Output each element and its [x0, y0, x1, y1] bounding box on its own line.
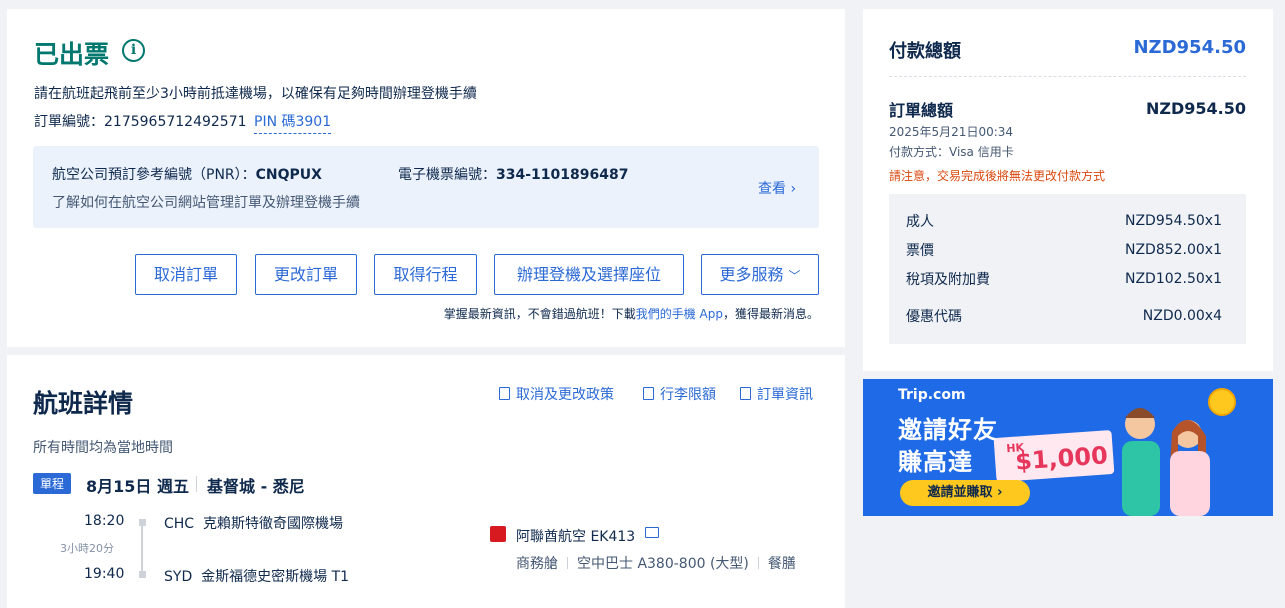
cabin-separator [757, 557, 759, 569]
policy-label: 取消及更改政策 [516, 387, 614, 403]
baggage-label: 行李限額 [660, 387, 716, 403]
order-total-amount: NZD954.50 [1145, 99, 1246, 118]
payment-total-label: 付款總額 [889, 41, 961, 62]
cancel-order-button[interactable]: 取消訂單 [135, 254, 237, 295]
trip-type-tag: 單程 [33, 473, 72, 494]
chevron-down-icon: ﹀ [788, 269, 801, 283]
breakdown-value: NZD852.00x1 [1124, 242, 1222, 258]
arrival-time: 19:40 [84, 566, 125, 582]
arrival-notice: 請在航班起飛前至少3小時前抵達機場，以確保有足夠時間辦理登機手續 [34, 86, 477, 102]
arrival-airport-name: 金斯福德史密斯機場 T1 [201, 569, 350, 585]
pnr-help-text: 了解如何在航空公司網站管理訂單及辦理登機手續 [52, 195, 360, 211]
breakdown-value: NZD954.50x1 [1124, 213, 1222, 229]
airline-flight-number: 阿聯酋航空 EK413 [516, 529, 636, 545]
eticket-value: 334-1101896487 [496, 167, 629, 183]
breakdown-value: NZD0.00x4 [1142, 308, 1222, 324]
payment-divider [889, 76, 1246, 77]
receipt-icon [740, 387, 751, 400]
departure-airport-name: 克賴斯特徹奇國際機場 [202, 516, 343, 532]
pin-code[interactable]: PIN 碼3901 [254, 111, 332, 134]
payment-total-amount: NZD954.50 [1133, 37, 1246, 58]
departure-code: CHC [164, 516, 195, 532]
app-download-note: 掌握最新資訊，不會錯過航班！下載我們的手機 App，獲得最新消息。 [444, 305, 819, 322]
breakdown-label: 優惠代碼 [906, 309, 962, 325]
eticket-label: 電子機票編號： [398, 167, 496, 183]
breakdown-label: 票價 [906, 243, 934, 259]
departure-time: 18:20 [84, 513, 125, 529]
reward-amount: $1,000 [1014, 441, 1109, 476]
departure-airport: CHC 克賴斯特徹奇國際機場 [164, 513, 343, 533]
ticket-status-card: 已出票 i 請在航班起飛前至少3小時前抵達機場，以確保有足夠時間辦理登機手續 訂… [7, 9, 845, 347]
order-number-label: 訂單編號： [34, 114, 104, 130]
view-link-label: 查看 [758, 181, 786, 197]
payment-date: 2025年5月21日00:34 [889, 125, 1014, 139]
order-total-label: 訂單總額 [889, 101, 954, 120]
timeline-line [141, 526, 143, 571]
app-note-suffix: ，獲得最新消息。 [722, 307, 819, 321]
pnr-value: CNQPUX [255, 167, 322, 183]
payment-summary-card: 付款總額 NZD954.50 訂單總額 NZD954.50 2025年5月21日… [863, 9, 1273, 371]
local-time-note: 所有時間均為當地時間 [33, 440, 173, 456]
document-icon [499, 387, 510, 400]
entertainment-screen-icon[interactable] [645, 527, 659, 538]
promo-headline: 邀請好友 [898, 416, 998, 444]
eticket-line: 電子機票編號：334-1101896487 [398, 164, 628, 184]
invite-friends-banner[interactable]: Trip.com 邀請好友 賺高達 HK $1,000 邀請並賺取 › [863, 379, 1273, 516]
breakdown-label: 稅項及附加費 [906, 272, 990, 288]
segment-date: 8月15日 週五 [86, 477, 189, 496]
pnr-box: 航空公司預訂參考編號（PNR）：CNQPUX 電子機票編號：334-110189… [33, 146, 819, 228]
order-number-line: 訂單編號：2175965712492571 [34, 111, 247, 131]
view-link[interactable]: 查看 › [758, 178, 796, 198]
chevron-right-icon: › [790, 181, 797, 197]
baggage-allowance-link[interactable]: 行李限額 [643, 384, 716, 404]
luggage-icon [643, 387, 654, 400]
cabin-class: 商務艙 [516, 556, 558, 572]
pnr-line: 航空公司預訂參考編號（PNR）：CNQPUX [52, 164, 322, 184]
more-services-label: 更多服務 [719, 265, 784, 284]
breakdown-label: 成人 [906, 214, 934, 230]
meal-info: 餐膳 [767, 556, 796, 572]
arrival-airport: SYD 金斯福德史密斯機場 T1 [164, 566, 349, 586]
people-illustration [1122, 408, 1210, 516]
reward-ticket: HK $1,000 [993, 429, 1115, 483]
arrival-code: SYD [164, 569, 193, 585]
mobile-app-link[interactable]: 我們的手機 App [636, 307, 723, 321]
aircraft-type: 空中巴士 A380-800 (大型) [577, 556, 749, 572]
app-note-text: 掌握最新資訊，不會錯過航班！下載 [443, 307, 636, 321]
segment-divider [196, 476, 197, 492]
departure-dot [139, 519, 146, 526]
get-itinerary-button[interactable]: 取得行程 [374, 254, 477, 295]
pnr-label: 航空公司預訂參考編號（PNR）： [52, 167, 256, 183]
arrival-dot [139, 571, 146, 578]
payment-method: 付款方式：Visa 信用卡 [889, 145, 1014, 159]
checkin-seat-button[interactable]: 辦理登機及選擇座位 [494, 254, 684, 295]
cancel-change-policy-link[interactable]: 取消及更改政策 [499, 384, 614, 404]
price-breakdown: 成人 NZD954.50x1 票價 NZD852.00x1 稅項及附加費 NZD… [889, 194, 1246, 344]
order-info-link[interactable]: 訂單資訊 [740, 384, 813, 404]
flight-details-title: 航班詳情 [33, 389, 134, 418]
info-icon[interactable]: i [122, 39, 145, 62]
cabin-separator [567, 557, 568, 569]
airline-logo [490, 526, 506, 542]
flight-details-card: 航班詳情 取消及更改政策 行李限額 訂單資訊 所有時間均為當地時間 單程 8月1… [7, 355, 845, 608]
status-title: 已出票 [34, 40, 110, 69]
payment-warning: 請注意，交易完成後將無法更改付款方式 [889, 169, 1106, 183]
order-number: 2175965712492571 [104, 114, 247, 130]
invite-earn-button[interactable]: 邀請並賺取 › [900, 480, 1030, 506]
flight-duration: 3小時20分 [60, 542, 114, 555]
promo-subheadline: 賺高達 [898, 448, 973, 476]
segment-route: 基督城 - 悉尼 [207, 477, 305, 496]
more-services-button[interactable]: 更多服務 ﹀ [701, 254, 819, 295]
order-info-label: 訂單資訊 [757, 387, 813, 403]
trip-logo: Trip.com [898, 387, 966, 403]
change-order-button[interactable]: 更改訂單 [255, 254, 357, 295]
breakdown-value: NZD102.50x1 [1124, 271, 1222, 287]
cabin-info: 商務艙 空中巴士 A380-800 (大型) 餐膳 [516, 553, 796, 573]
